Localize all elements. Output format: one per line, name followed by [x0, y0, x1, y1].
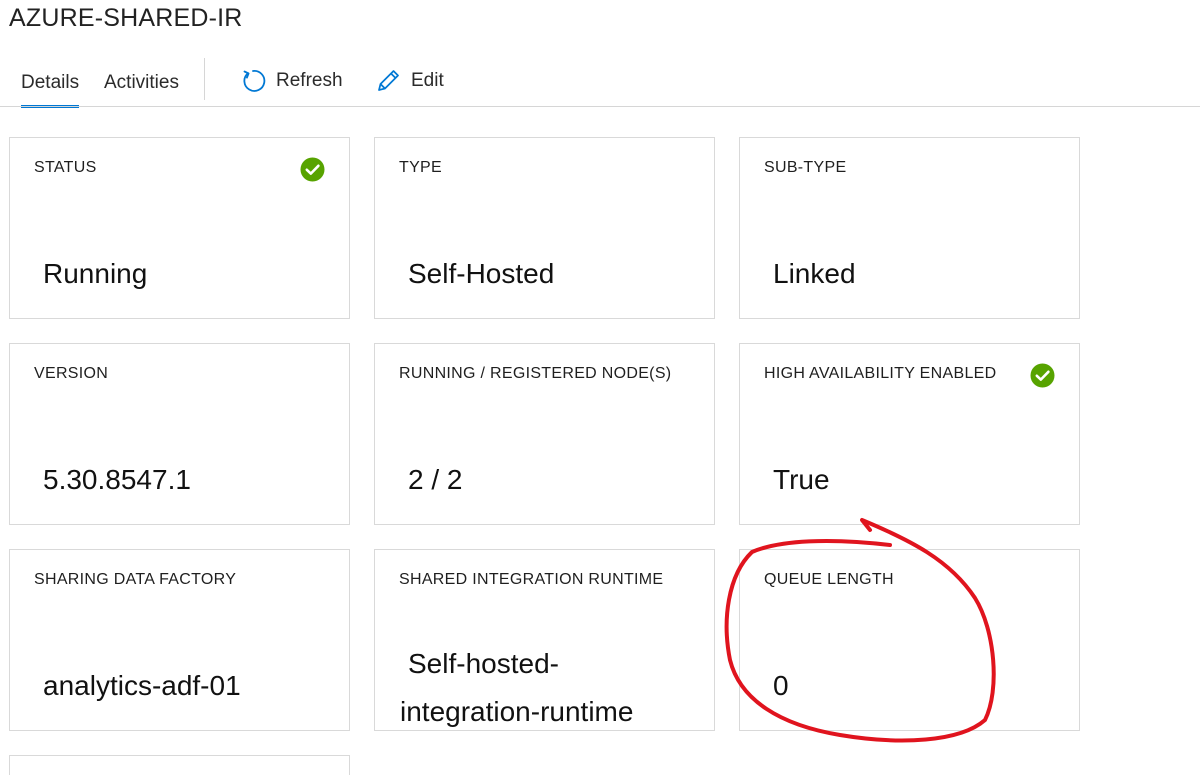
card-high-availability: HIGH AVAILABILITY ENABLED True [739, 343, 1080, 525]
toolbar: Details Activities Refresh Edit [0, 56, 1200, 108]
tab-activities-label: Activities [104, 72, 179, 93]
card-subtype: SUB-TYPE Linked [739, 137, 1080, 319]
tab-activities[interactable]: Activities [104, 72, 179, 94]
card-label: SUB-TYPE [764, 159, 847, 176]
card-label: HIGH AVAILABILITY ENABLED [764, 365, 997, 382]
card-sharing-data-factory: SHARING DATA FACTORY analytics-adf-01 [9, 549, 350, 731]
toolbar-divider-line [0, 106, 1200, 107]
card-value: analytics-adf-01 [43, 670, 241, 701]
card-version: VERSION 5.30.8547.1 [9, 343, 350, 525]
card-value: 0 [773, 670, 789, 701]
card-type: TYPE Self-Hosted [374, 137, 715, 319]
card-label: RUNNING / REGISTERED NODE(S) [399, 365, 672, 382]
check-circle-icon [300, 157, 325, 182]
edit-button[interactable]: Edit [375, 66, 444, 96]
card-label: SHARED INTEGRATION RUNTIME [399, 571, 664, 588]
toolbar-divider [204, 58, 205, 100]
card-value-line-2: integration-runtime [400, 696, 634, 727]
refresh-label: Refresh [276, 70, 343, 91]
refresh-button[interactable]: Refresh [240, 66, 343, 96]
card-label: SHARING DATA FACTORY [34, 571, 237, 588]
card-status: STATUS Running [9, 137, 350, 319]
card-value: Self-hosted- integration-runtime [400, 640, 633, 736]
check-circle-icon [1030, 363, 1055, 388]
tab-details-label: Details [21, 72, 80, 93]
card-value: Linked [773, 258, 856, 289]
card-value: Running [43, 258, 148, 289]
card-value: 2 / 2 [408, 464, 463, 495]
card-value: Self-Hosted [408, 258, 555, 289]
card-value: 5.30.8547.1 [43, 464, 191, 495]
card-value: True [773, 464, 830, 495]
card-label: STATUS [34, 159, 97, 176]
card-value-line-1: Self-hosted- [408, 648, 559, 679]
card-nodes: RUNNING / REGISTERED NODE(S) 2 / 2 [374, 343, 715, 525]
card-partial [9, 755, 350, 775]
edit-label: Edit [411, 70, 444, 91]
refresh-icon [243, 70, 266, 92]
page-title: AZURE-SHARED-IR [9, 4, 243, 32]
card-label: TYPE [399, 159, 442, 176]
tab-details[interactable]: Details [21, 72, 80, 108]
pencil-icon [378, 70, 399, 91]
card-queue-length: QUEUE LENGTH 0 [739, 549, 1080, 731]
card-shared-integration-runtime: SHARED INTEGRATION RUNTIME Self-hosted- … [374, 549, 715, 731]
card-label: VERSION [34, 365, 109, 382]
card-label: QUEUE LENGTH [764, 571, 894, 588]
